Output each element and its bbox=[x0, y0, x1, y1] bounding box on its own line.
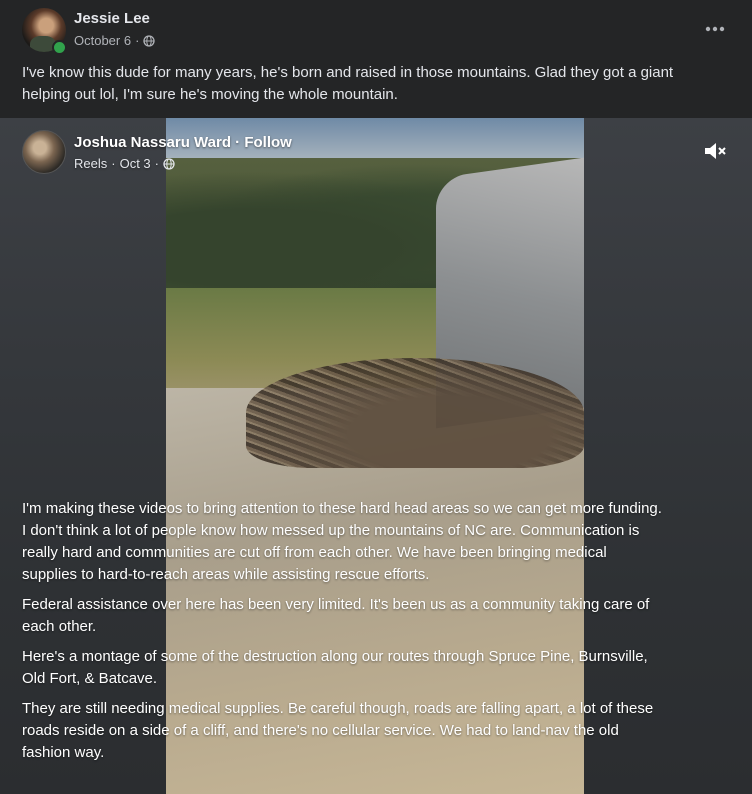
meta-separator: · bbox=[135, 33, 140, 48]
globe-icon[interactable] bbox=[163, 157, 175, 170]
post-date[interactable]: October 6 bbox=[74, 33, 131, 48]
post-author-name[interactable]: Jessie Lee bbox=[74, 10, 150, 27]
author-follow-separator: · bbox=[231, 134, 245, 151]
globe-icon[interactable] bbox=[143, 34, 156, 47]
shared-meta: Reels · Oct 3 · bbox=[74, 156, 175, 171]
follow-button[interactable]: Follow bbox=[244, 134, 292, 151]
caption-paragraph: I'm making these videos to bring attenti… bbox=[22, 500, 662, 583]
post-text: I've know this dude for many years, he's… bbox=[22, 64, 674, 103]
shared-reel-card[interactable]: Joshua Nassaru Ward · Follow Reels · Oct… bbox=[0, 118, 752, 794]
video-debris-pile bbox=[246, 358, 584, 468]
more-options-icon bbox=[705, 26, 725, 32]
caption-paragraph: Federal assistance over here has been ve… bbox=[22, 596, 650, 635]
meta-separator: · bbox=[154, 156, 160, 171]
shared-author-avatar[interactable] bbox=[22, 130, 66, 174]
post-header: Jessie Lee October 6 · bbox=[0, 0, 752, 60]
reel-caption: I'm making these videos to bring attenti… bbox=[22, 498, 662, 772]
reel-date[interactable]: Oct 3 bbox=[120, 156, 151, 171]
post-meta: October 6 · bbox=[74, 33, 156, 48]
online-status-icon bbox=[52, 40, 67, 55]
caption-paragraph: Here's a montage of some of the destruct… bbox=[22, 648, 648, 687]
shared-author-name[interactable]: Joshua Nassaru Ward bbox=[74, 134, 231, 151]
caption-paragraph: They are still needing medical supplies.… bbox=[22, 700, 654, 761]
shared-author-line: Joshua Nassaru Ward · Follow bbox=[74, 134, 292, 151]
reel-source[interactable]: Reels bbox=[74, 156, 107, 171]
muted-speaker-icon[interactable] bbox=[702, 140, 728, 162]
more-options-button[interactable] bbox=[700, 14, 730, 44]
meta-separator: · bbox=[111, 156, 116, 171]
author-avatar-wrap[interactable] bbox=[22, 8, 67, 55]
